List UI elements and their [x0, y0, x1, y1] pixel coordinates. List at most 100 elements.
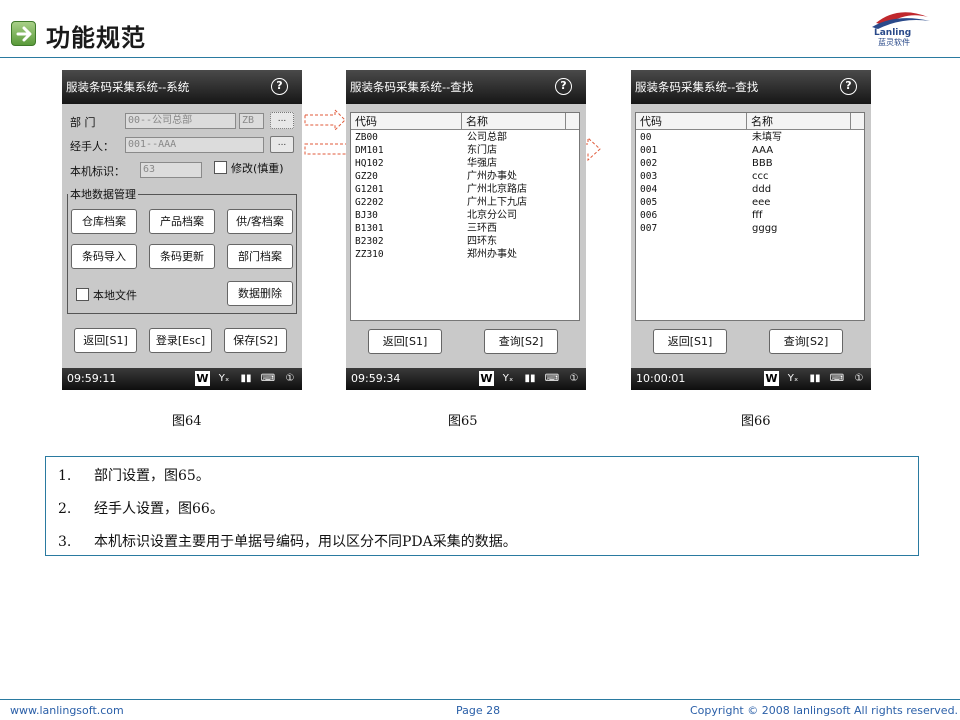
- item-name: 北京分公司: [467, 210, 517, 221]
- modify-checkbox[interactable]: [214, 161, 227, 174]
- battery-icon[interactable]: ▮▮: [238, 371, 254, 387]
- window-title: 服装条码采集系统--查找: [631, 70, 871, 104]
- signal-off-icon[interactable]: Yₓ: [216, 371, 232, 387]
- list-item[interactable]: 001 AAA: [636, 144, 864, 157]
- caption-fig65: 图65: [448, 414, 478, 429]
- barcode-update-button[interactable]: 条码更新: [149, 244, 215, 269]
- item-code: 007: [640, 223, 658, 234]
- item-code: BJ30: [355, 210, 378, 221]
- signal-off-icon[interactable]: Yₓ: [500, 371, 516, 387]
- help-icon[interactable]: ?: [840, 78, 857, 95]
- signal-off-icon[interactable]: Yₓ: [785, 371, 801, 387]
- dept-picker-button[interactable]: ...: [270, 112, 294, 129]
- list-item[interactable]: B2302 四环东: [351, 235, 579, 248]
- col-code-header[interactable]: 代码: [351, 113, 462, 130]
- save-button[interactable]: 保存[S2]: [224, 328, 287, 353]
- item-code: B1301: [355, 223, 384, 234]
- logo-brand: Lanling: [874, 28, 911, 38]
- battery-icon[interactable]: ▮▮: [807, 371, 823, 387]
- note-number: 3.: [58, 534, 72, 550]
- keyboard-icon[interactable]: ⌨: [260, 371, 276, 387]
- note-item: 2. 经手人设置，图66。: [58, 498, 224, 518]
- item-name: 四环东: [467, 236, 497, 247]
- item-name: ccc: [752, 171, 769, 182]
- list-item[interactable]: B1301 三环西: [351, 222, 579, 235]
- keyboard-icon[interactable]: ⌨: [544, 371, 560, 387]
- item-name: AAA: [752, 145, 774, 156]
- list-item[interactable]: 004 ddd: [636, 183, 864, 196]
- item-code: HQ102: [355, 158, 384, 169]
- device-id-field[interactable]: 63: [140, 162, 202, 178]
- help-icon[interactable]: ?: [271, 78, 288, 95]
- item-code: B2302: [355, 236, 384, 247]
- sync-icon[interactable]: ①: [851, 371, 867, 387]
- list-item[interactable]: ZZ310 郑州办事处: [351, 248, 579, 261]
- col-name-header[interactable]: 名称: [747, 113, 851, 130]
- note-number: 1.: [58, 468, 72, 484]
- header-divider: [0, 57, 960, 58]
- item-code: 003: [640, 171, 658, 182]
- local-file-checkbox[interactable]: [76, 288, 89, 301]
- sync-icon[interactable]: ①: [566, 371, 582, 387]
- item-code: G1201: [355, 184, 384, 195]
- phone-screen-system: 服装条码采集系统--系统 ? 部 门 00--公司总部 ZB ... 经手人： …: [62, 70, 302, 390]
- list-item[interactable]: 007 gggg: [636, 222, 864, 235]
- status-bar: 09:59:11 W Yₓ ▮▮ ⌨ ①: [62, 368, 302, 390]
- arrow-right-icon: [11, 21, 36, 46]
- list-item[interactable]: 005 eee: [636, 196, 864, 209]
- dept-field[interactable]: 00--公司总部: [125, 113, 236, 129]
- phone-screen-dept-search: 服装条码采集系统--查找 ? 代码 名称 ZB00 公司总部 DM101 东门店 HQ1…: [346, 70, 586, 390]
- windows-icon[interactable]: W: [195, 371, 210, 386]
- logo-subtitle: 蓝灵软件: [878, 37, 910, 47]
- data-delete-button[interactable]: 数据删除: [227, 281, 293, 306]
- col-name-header[interactable]: 名称: [462, 113, 566, 130]
- item-code: ZZ310: [355, 249, 384, 260]
- item-name: 广州办事处: [467, 171, 517, 182]
- query-button[interactable]: 查询[S2]: [769, 329, 843, 354]
- login-button[interactable]: 登录[Esc]: [149, 328, 212, 353]
- back-button[interactable]: 返回[S1]: [653, 329, 727, 354]
- battery-icon[interactable]: ▮▮: [522, 371, 538, 387]
- list-item[interactable]: BJ30 北京分公司: [351, 209, 579, 222]
- clock: 10:00:01: [636, 372, 686, 385]
- handler-list[interactable]: 代码 名称 00 未填写 001 AAA 002 BBB 003 ccc 004 ddd 005 ee…: [635, 112, 865, 321]
- list-item[interactable]: 006 fff: [636, 209, 864, 222]
- keyboard-icon[interactable]: ⌨: [829, 371, 845, 387]
- product-archive-button[interactable]: 产品档案: [149, 209, 215, 234]
- list-item[interactable]: DM101 东门店: [351, 144, 579, 157]
- query-button[interactable]: 查询[S2]: [484, 329, 558, 354]
- item-name: ddd: [752, 184, 772, 195]
- list-item[interactable]: ZB00 公司总部: [351, 131, 579, 144]
- dept-list[interactable]: 代码 名称 ZB00 公司总部 DM101 东门店 HQ102 华强店 GZ20 广州办事处 G…: [350, 112, 580, 321]
- list-item[interactable]: G1201 广州北京路店: [351, 183, 579, 196]
- sync-icon[interactable]: ①: [282, 371, 298, 387]
- windows-icon[interactable]: W: [479, 371, 494, 386]
- dept-label: 部 门: [70, 116, 96, 129]
- back-button[interactable]: 返回[S1]: [74, 328, 137, 353]
- item-code: 00: [640, 132, 652, 143]
- list-item[interactable]: HQ102 华强店: [351, 157, 579, 170]
- note-text: 部门设置，图65。: [94, 468, 210, 484]
- dept-code-field[interactable]: ZB: [239, 113, 264, 129]
- list-item[interactable]: G2202 广州上下九店: [351, 196, 579, 209]
- list-item[interactable]: GZ20 广州办事处: [351, 170, 579, 183]
- company-logo: Lanling 蓝灵软件: [868, 3, 940, 47]
- supplier-customer-archive-button[interactable]: 供/客档案: [227, 209, 293, 234]
- list-item[interactable]: 003 ccc: [636, 170, 864, 183]
- back-button[interactable]: 返回[S1]: [368, 329, 442, 354]
- footer-website-link[interactable]: www.lanlingsoft.com: [10, 704, 124, 717]
- item-name: 广州北京路店: [467, 184, 527, 195]
- windows-icon[interactable]: W: [764, 371, 779, 386]
- handler-picker-button[interactable]: ...: [270, 136, 294, 153]
- department-archive-button[interactable]: 部门档案: [227, 244, 293, 269]
- handler-field[interactable]: 001--AAA: [125, 137, 264, 153]
- list-item[interactable]: 00 未填写: [636, 131, 864, 144]
- list-item[interactable]: 002 BBB: [636, 157, 864, 170]
- item-code: 001: [640, 145, 658, 156]
- barcode-import-button[interactable]: 条码导入: [71, 244, 137, 269]
- col-code-header[interactable]: 代码: [636, 113, 747, 130]
- help-icon[interactable]: ?: [555, 78, 572, 95]
- warehouse-archive-button[interactable]: 仓库档案: [71, 209, 137, 234]
- item-code: 005: [640, 197, 658, 208]
- item-code: GZ20: [355, 171, 378, 182]
